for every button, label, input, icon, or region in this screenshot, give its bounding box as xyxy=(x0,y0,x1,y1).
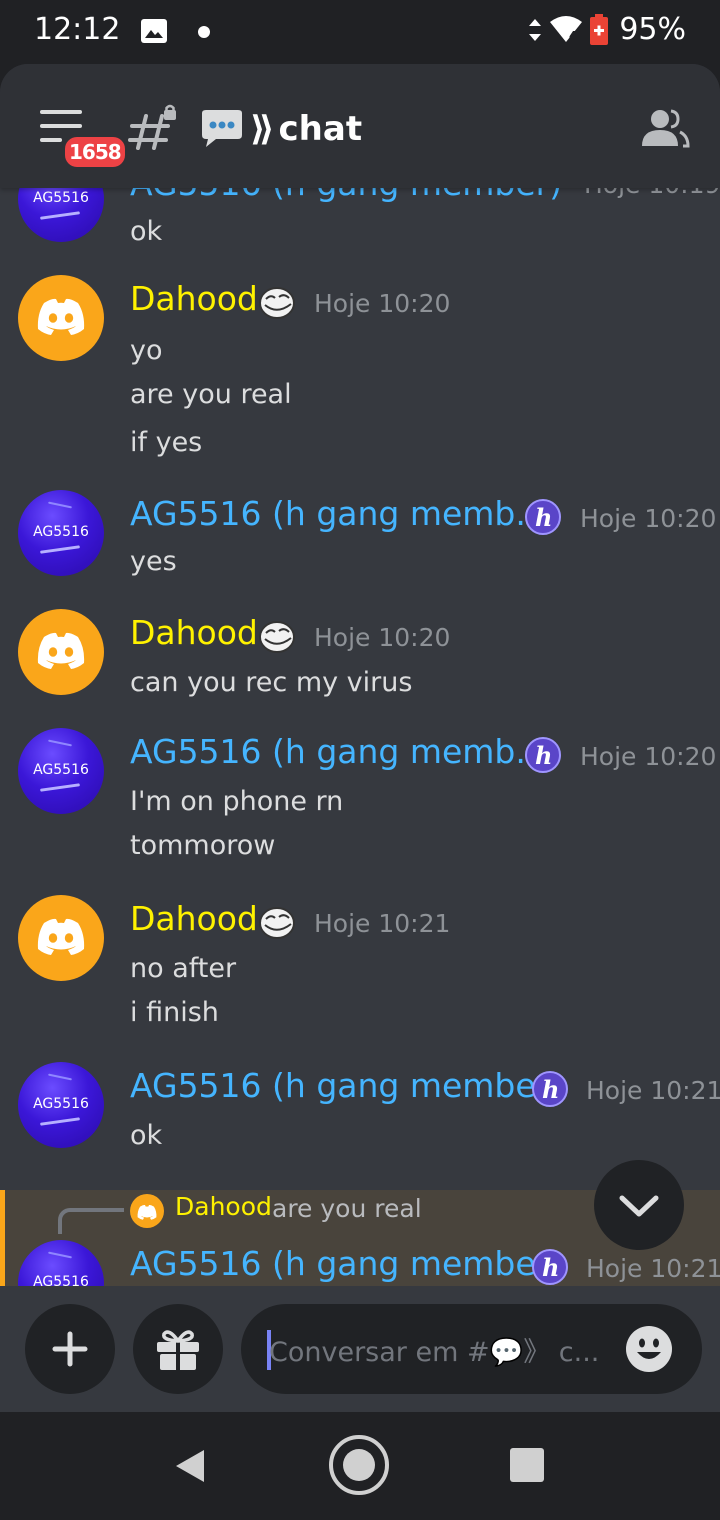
message-author[interactable]: AG5516 (h gang memb... xyxy=(130,494,547,533)
status-icons: 4 95% xyxy=(527,12,686,47)
message-timestamp: Hoje 10:20 xyxy=(314,289,451,318)
message-text[interactable]: tommorow xyxy=(130,830,275,861)
battery-percentage: 95% xyxy=(619,12,686,47)
svg-text:4: 4 xyxy=(569,29,577,43)
avatar-label: AG5516 xyxy=(33,1274,89,1286)
gift-icon xyxy=(157,1330,199,1370)
trollface-emoji-icon xyxy=(259,287,295,319)
channel-header: 1658 ⟫ chat xyxy=(0,64,720,188)
message-text[interactable]: are you real xyxy=(130,379,292,410)
channel-panel: AG5516 AG5516 (h gang member) Hoje 10:19… xyxy=(0,64,720,1412)
message-text[interactable]: no after xyxy=(130,953,236,984)
reply-connector xyxy=(58,1208,124,1234)
svg-text:h: h xyxy=(542,1075,559,1104)
message-author[interactable]: Dahood xyxy=(130,899,258,938)
avatar-label: AG5516 xyxy=(33,524,89,540)
discord-logo-icon xyxy=(37,918,85,955)
reply-preview-text[interactable]: are you real xyxy=(272,1194,422,1223)
jump-to-bottom-button[interactable] xyxy=(594,1160,684,1250)
h-gang-emoji-icon: h xyxy=(525,737,561,773)
screen: 12:12 4 95% AG5516 ok Dahood Hoje 10:20 … xyxy=(0,0,720,1520)
h-gang-emoji-icon: h xyxy=(525,499,561,535)
message-text[interactable]: can you rec my virus xyxy=(130,667,412,698)
message-input[interactable]: Conversar em #💬》 c... xyxy=(241,1304,702,1394)
gallery-notification-icon xyxy=(141,19,167,43)
message-text[interactable]: yo xyxy=(130,335,163,366)
locked-hash-icon xyxy=(128,104,176,150)
discord-logo-icon xyxy=(37,298,85,335)
svg-text:h: h xyxy=(535,503,552,532)
message-timestamp: Hoje 10:21 xyxy=(586,1076,720,1105)
battery-icon xyxy=(590,13,609,45)
attach-button[interactable] xyxy=(25,1304,115,1394)
trollface-emoji-icon xyxy=(259,621,295,653)
reply-author[interactable]: Dahood xyxy=(175,1192,272,1221)
message-author[interactable]: Dahood xyxy=(130,613,258,652)
avatar-label: AG5516 xyxy=(33,762,89,778)
composer-bar: Conversar em #💬》 c... xyxy=(0,1286,720,1412)
recents-icon[interactable] xyxy=(510,1448,544,1482)
channel-separator: ⟫ xyxy=(250,109,275,149)
h-gang-emoji-icon: h xyxy=(532,1071,568,1107)
message-timestamp: Hoje 10:20 xyxy=(580,742,717,771)
message-author[interactable]: AG5516 (h gang member) xyxy=(130,1066,562,1105)
members-icon[interactable] xyxy=(640,108,690,148)
notification-dot xyxy=(198,26,210,38)
message-timestamp: Hoje 10:20 xyxy=(314,623,451,652)
h-gang-emoji-icon: h xyxy=(532,1249,568,1285)
channel-title[interactable]: ⟫ chat xyxy=(198,104,362,154)
message-author[interactable]: AG5516 (h gang memb... xyxy=(130,732,547,771)
avatar-label: AG5516 xyxy=(33,1096,89,1112)
message-timestamp: Hoje 10:21 xyxy=(314,909,451,938)
plus-icon xyxy=(52,1331,88,1367)
discord-logo-icon xyxy=(37,632,85,669)
message-text[interactable]: yes xyxy=(130,546,177,577)
avatar-dahood[interactable] xyxy=(18,275,104,361)
wifi-icon: 4 xyxy=(550,15,583,43)
system-navigation-bar xyxy=(0,1412,720,1520)
message-text[interactable]: if yes xyxy=(130,427,202,458)
svg-text:h: h xyxy=(535,741,552,770)
emoji-button[interactable] xyxy=(626,1326,672,1372)
avatar-dahood[interactable] xyxy=(18,609,104,695)
menu-icon xyxy=(40,110,82,114)
message-author[interactable]: Dahood xyxy=(130,279,258,318)
message-text[interactable]: i finish xyxy=(130,997,219,1028)
avatar-label: AG5516 xyxy=(33,190,89,206)
message-author[interactable]: AG5516 (h gang member) xyxy=(130,1244,562,1283)
speech-balloon-emoji-icon xyxy=(202,110,242,147)
reply-avatar-dahood[interactable] xyxy=(130,1194,164,1228)
chevron-down-icon xyxy=(619,1195,659,1217)
avatar-dahood[interactable] xyxy=(18,895,104,981)
message-timestamp: Hoje 10:20 xyxy=(580,504,717,533)
back-icon[interactable] xyxy=(172,1446,208,1486)
trollface-emoji-icon xyxy=(259,907,295,939)
message-text[interactable]: ok xyxy=(130,216,162,247)
channel-name-text: chat xyxy=(278,109,363,149)
message-input-placeholder: Conversar em #💬》 c... xyxy=(269,1337,600,1368)
message-timestamp: Hoje 10:21 xyxy=(586,1254,720,1283)
avatar-ag5516[interactable]: AG5516 xyxy=(18,490,104,576)
discord-logo-icon xyxy=(137,1204,157,1220)
avatar-ag5516[interactable]: AG5516 xyxy=(18,1062,104,1148)
emoji-icon xyxy=(637,1338,661,1359)
message-list[interactable]: AG5516 AG5516 (h gang member) Hoje 10:19… xyxy=(0,64,720,1286)
status-bar: 12:12 4 95% xyxy=(0,0,720,64)
status-time: 12:12 xyxy=(34,12,121,47)
mention-count-badge: 1658 xyxy=(62,134,128,170)
home-icon[interactable] xyxy=(328,1434,390,1496)
message-text[interactable]: ok xyxy=(130,1120,162,1151)
svg-text:h: h xyxy=(542,1253,559,1282)
message-text[interactable]: I'm on phone rn xyxy=(130,786,343,817)
data-transfer-icon xyxy=(529,18,542,41)
gift-button[interactable] xyxy=(133,1304,223,1394)
avatar-ag5516[interactable]: AG5516 xyxy=(18,728,104,814)
